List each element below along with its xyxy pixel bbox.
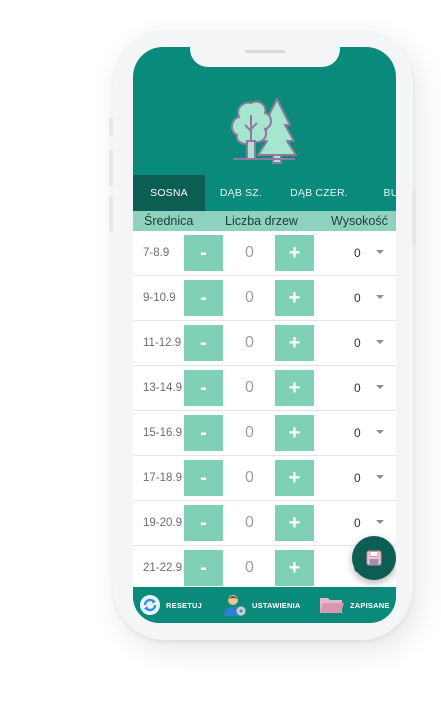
increment-button[interactable]: + bbox=[275, 325, 314, 361]
decrement-button[interactable]: - bbox=[184, 460, 223, 496]
increment-button[interactable]: + bbox=[275, 370, 314, 406]
reset-button[interactable]: RESETUJ bbox=[139, 587, 202, 623]
diameter-range: 19-20.9 bbox=[143, 517, 183, 529]
bottom-nav: RESETUJ USTAWIENIA ZAPISANE bbox=[133, 587, 396, 623]
increment-button[interactable]: + bbox=[275, 415, 314, 451]
tab-bu[interactable]: BU bbox=[361, 175, 397, 211]
diameter-range: 11-12.9 bbox=[143, 337, 182, 349]
settings-button[interactable]: USTAWIENIA bbox=[223, 587, 301, 623]
diameter-range: 15-16.9 bbox=[143, 427, 183, 439]
tree-count-value: 0 bbox=[245, 559, 254, 576]
saved-button[interactable]: ZAPISANE bbox=[319, 587, 390, 623]
dropdown-caret-icon[interactable] bbox=[376, 340, 384, 344]
phone-side-button bbox=[109, 196, 113, 232]
tree-count-value: 0 bbox=[245, 424, 254, 441]
tree-count-value: 0 bbox=[245, 289, 254, 306]
phone-side-button bbox=[109, 150, 113, 186]
height-select-value[interactable]: 0 bbox=[354, 426, 361, 440]
app-screen: SOSNA DĄB SZ. DĄB CZER. BU Średnica Licz… bbox=[133, 47, 396, 623]
column-height: Wysokość bbox=[331, 214, 388, 228]
diameter-range: 17-18.9 bbox=[143, 472, 183, 484]
diameter-range: 7-8.9 bbox=[143, 247, 170, 259]
column-diameter: Średnica bbox=[144, 214, 194, 228]
tree-count-value: 0 bbox=[245, 379, 254, 396]
save-fab-button[interactable] bbox=[352, 536, 396, 580]
folder-icon bbox=[320, 598, 344, 613]
phone-notch bbox=[190, 39, 340, 67]
tree-count-value: 0 bbox=[245, 469, 254, 486]
column-tree-count: Liczba drzew bbox=[225, 214, 298, 228]
settings-label: USTAWIENIA bbox=[252, 600, 301, 610]
dropdown-caret-icon[interactable] bbox=[376, 250, 384, 254]
table-row: 19-20.9 - 0 + 0 bbox=[133, 501, 396, 546]
height-select-value[interactable]: 0 bbox=[354, 246, 361, 260]
decrement-button[interactable]: - bbox=[184, 235, 223, 271]
height-select-value[interactable]: 0 bbox=[354, 336, 361, 350]
table-row: 11-12.9 - 0 + 0 bbox=[133, 321, 396, 366]
increment-button[interactable]: + bbox=[275, 460, 314, 496]
dropdown-caret-icon[interactable] bbox=[376, 385, 384, 389]
dropdown-caret-icon[interactable] bbox=[376, 475, 384, 479]
saved-label: ZAPISANE bbox=[350, 600, 390, 610]
table-row: 17-18.9 - 0 + 0 bbox=[133, 456, 396, 501]
trees-logo-icon bbox=[231, 98, 297, 164]
table-row: 7-8.9 - 0 + 0 bbox=[133, 231, 396, 276]
save-icon bbox=[366, 550, 382, 566]
user-settings-icon bbox=[224, 595, 246, 616]
increment-button[interactable]: + bbox=[275, 280, 314, 316]
diameter-range: 9-10.9 bbox=[143, 292, 176, 304]
diameter-rows: 7-8.9 - 0 + 0 9-10.9 - 0 + 0 11-12.9 - 0… bbox=[133, 231, 396, 591]
tab-dab-sz[interactable]: DĄB SZ. bbox=[205, 175, 277, 211]
decrement-button[interactable]: - bbox=[184, 280, 223, 316]
height-select-value[interactable]: 0 bbox=[354, 471, 361, 485]
refresh-icon bbox=[140, 595, 160, 615]
decrement-button[interactable]: - bbox=[184, 505, 223, 541]
increment-button[interactable]: + bbox=[275, 550, 314, 586]
column-header: Średnica Liczba drzew Wysokość bbox=[133, 211, 396, 231]
decrement-button[interactable]: - bbox=[184, 550, 223, 586]
dropdown-caret-icon[interactable] bbox=[376, 295, 384, 299]
dropdown-caret-icon[interactable] bbox=[376, 520, 384, 524]
height-select-value[interactable]: 0 bbox=[354, 516, 361, 530]
diameter-range: 13-14.9 bbox=[143, 382, 183, 394]
height-select-value[interactable]: 0 bbox=[354, 381, 361, 395]
decrement-button[interactable]: - bbox=[184, 370, 223, 406]
diameter-range: 21-22.9 bbox=[143, 562, 183, 574]
table-row: 13-14.9 - 0 + 0 bbox=[133, 366, 396, 411]
tab-sosna[interactable]: SOSNA bbox=[133, 175, 205, 211]
tab-dab-czer[interactable]: DĄB CZER. bbox=[277, 175, 361, 211]
phone-side-button bbox=[412, 190, 416, 246]
dropdown-caret-icon[interactable] bbox=[376, 430, 384, 434]
decrement-button[interactable]: - bbox=[184, 325, 223, 361]
species-tabs: SOSNA DĄB SZ. DĄB CZER. BU bbox=[133, 175, 396, 211]
decrement-button[interactable]: - bbox=[184, 415, 223, 451]
tree-count-value: 0 bbox=[245, 334, 254, 351]
phone-side-button bbox=[109, 118, 113, 136]
increment-button[interactable]: + bbox=[275, 505, 314, 541]
table-row: 15-16.9 - 0 + 0 bbox=[133, 411, 396, 456]
tree-count-value: 0 bbox=[245, 514, 254, 531]
table-row: 9-10.9 - 0 + 0 bbox=[133, 276, 396, 321]
reset-label: RESETUJ bbox=[166, 600, 202, 610]
height-select-value[interactable]: 0 bbox=[354, 291, 361, 305]
phone-speaker bbox=[245, 50, 285, 53]
increment-button[interactable]: + bbox=[275, 235, 314, 271]
tree-count-value: 0 bbox=[245, 244, 254, 261]
